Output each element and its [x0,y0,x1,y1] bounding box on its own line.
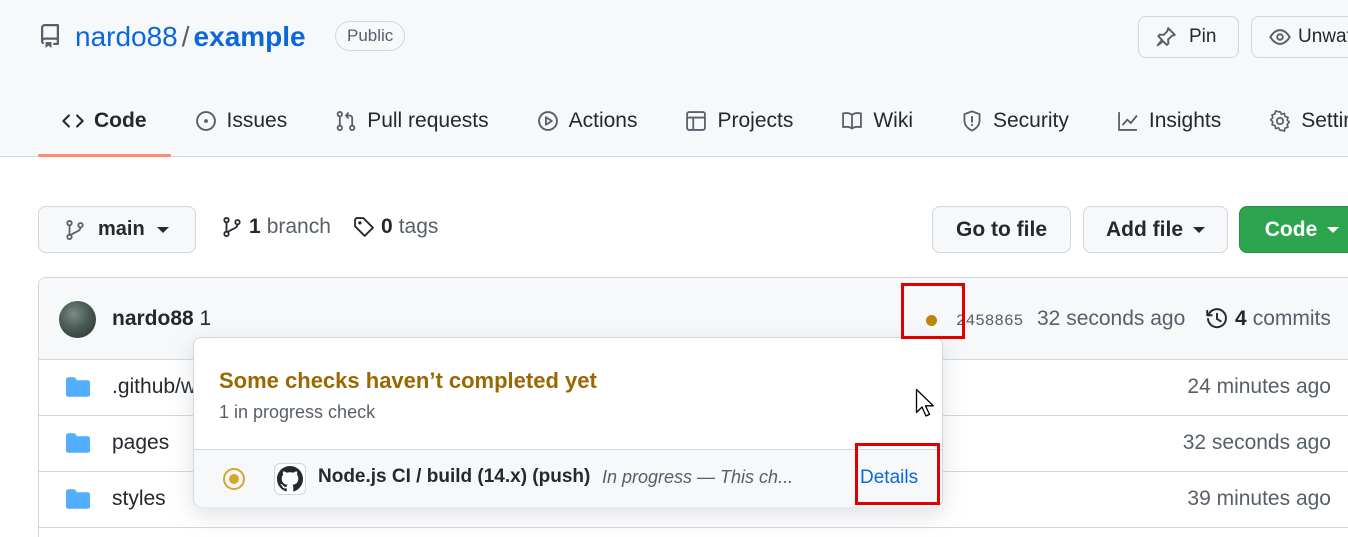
highlight-box-status [901,283,965,339]
file-time: 39 minutes ago [1187,487,1331,510]
repo-nav: Code Issues Pull requests Actions Projec… [38,100,1348,157]
tab-pull-requests[interactable]: Pull requests [311,100,512,142]
gear-icon [1270,110,1291,132]
file-time: 24 minutes ago [1187,375,1331,398]
branch-select-button[interactable]: main [38,206,196,253]
commit-label: commits [1252,307,1331,330]
file-name-link[interactable]: .github/w [112,375,196,399]
tab-actions[interactable]: Actions [513,100,662,142]
code-button[interactable]: Code [1239,206,1348,253]
branches-link[interactable]: 1 branch [221,215,331,239]
repo-separator: / [181,21,190,52]
book-icon [842,112,863,130]
repo-owner-link[interactable]: nardo88 [75,21,178,52]
tab-issues[interactable]: Issues [171,100,312,142]
tab-label: Settings [1301,109,1348,132]
tab-code[interactable]: Code [38,100,171,157]
repo-header: nardo88/example Public Pin Unwatch Code … [0,0,1348,157]
issue-icon [195,111,216,131]
chevron-down-icon [1327,226,1340,233]
tag-label: tags [398,215,439,238]
github-logo-icon [274,463,306,495]
tab-settings[interactable]: Settings [1245,100,1348,142]
tab-label: Security [993,109,1069,132]
in-progress-icon [223,468,245,490]
file-name-link[interactable]: styles [112,487,166,511]
repo-name-link[interactable]: example [194,21,306,52]
chevron-down-icon [156,226,169,233]
commits-history-link[interactable]: 4 commits [1205,307,1331,331]
pin-label: Pin [1189,26,1217,47]
folder-icon [66,433,90,453]
go-to-file-button[interactable]: Go to file [932,206,1071,253]
tab-label: Insights [1148,109,1222,132]
watch-label: Unwatch [1298,26,1348,47]
check-status: In progress — This ch... [602,467,794,487]
add-file-button[interactable]: Add file [1083,206,1228,253]
popover-title: Some checks haven’t completed yet [219,368,597,393]
branch-count: 1 [249,215,261,238]
commit-count: 4 [1235,307,1247,330]
folder-icon [66,377,90,397]
mouse-cursor-icon [915,388,934,417]
tab-security[interactable]: Security [937,100,1093,142]
graph-icon [1118,112,1138,131]
tab-label: Issues [226,109,288,132]
commit-author-link[interactable]: nardo88 [112,307,194,330]
tab-label: Pull requests [367,109,489,132]
tab-label: Wiki [873,109,913,132]
avatar[interactable] [59,301,96,338]
file-time: 32 seconds ago [1182,431,1331,454]
eye-icon [1269,29,1291,45]
repo-icon [40,24,59,48]
tags-link[interactable]: 0 tags [353,215,438,239]
commit-author: nardo88 1 [112,307,211,331]
tab-label: Actions [568,109,638,132]
table-icon [686,111,707,131]
tab-projects[interactable]: Projects [661,100,817,142]
tag-icon [354,217,374,237]
history-icon [1206,308,1227,329]
folder-icon [66,489,90,509]
branch-name: main [98,218,145,240]
repo-title: nardo88/example [75,19,306,55]
commit-sha[interactable]: 2458865 [956,312,1023,330]
check-name: Node.js CI / build (14.x) (push) [318,466,591,487]
visibility-badge: Public [335,21,406,51]
tab-label: Projects [717,109,794,132]
tab-wiki[interactable]: Wiki [817,100,937,142]
play-icon [537,111,558,131]
code-icon [62,114,84,128]
add-file-label: Add file [1106,217,1183,241]
commit-time: 32 seconds ago [1037,307,1186,330]
branch-label: branch [266,215,331,238]
pin-icon [1156,27,1176,47]
highlight-box-details [855,443,940,505]
check-row: Node.js CI / build (14.x) (push) In prog… [194,449,942,507]
pin-button[interactable]: Pin [1138,16,1239,58]
code-button-label: Code [1264,217,1318,241]
popover-subtitle: 1 in progress check [219,402,376,422]
tag-count: 0 [381,215,393,238]
branch-icon [66,219,84,240]
branch-icon [223,217,241,237]
watch-button[interactable]: Unwatch [1251,16,1348,58]
chevron-down-icon [1193,226,1205,233]
commit-message[interactable]: 1 [200,307,212,330]
tab-insights[interactable]: Insights [1093,100,1245,142]
shield-icon [963,110,981,132]
pull-request-icon [336,111,356,131]
file-name-link[interactable]: pages [112,431,169,455]
tab-label: Code [94,109,147,132]
checks-popover: Some checks haven’t completed yet 1 in p… [193,337,943,507]
